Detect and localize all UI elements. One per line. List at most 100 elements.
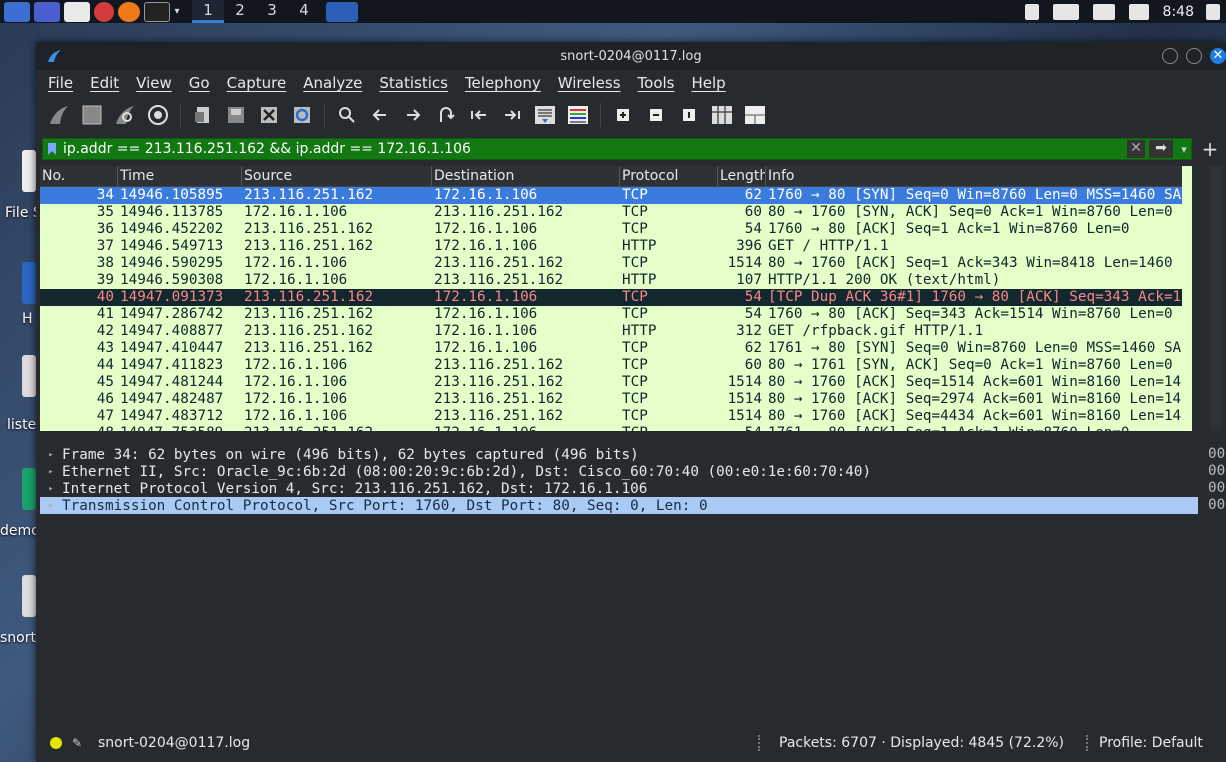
chevron-down-icon[interactable]: ▾ (170, 6, 184, 17)
go-to-packet-icon[interactable] (435, 104, 457, 126)
pane-splitter[interactable] (36, 433, 1226, 443)
packet-row[interactable]: 4814947.753589213.116.251.162172.16.1.10… (40, 425, 1182, 431)
menu-tools[interactable]: Tools (638, 74, 675, 92)
file-manager-icon[interactable] (64, 1, 90, 22)
colorize-icon[interactable] (567, 104, 589, 126)
menu-capture[interactable]: Capture (227, 74, 287, 92)
firefox-icon[interactable] (118, 1, 140, 22)
start-capture-icon[interactable] (48, 104, 70, 126)
title-bar[interactable]: snort-0204@0117.log ✕ (36, 42, 1226, 70)
apply-filter-icon[interactable]: ➡ (1149, 140, 1173, 158)
go-first-packet-icon[interactable] (468, 104, 490, 126)
packet-list-scrollbar[interactable] (1210, 166, 1222, 431)
desktop-switcher-icon[interactable] (34, 1, 60, 22)
menu-analyze[interactable]: Analyze (303, 74, 362, 92)
clear-filter-icon[interactable]: ✕ (1127, 140, 1145, 158)
packet-row[interactable]: 41 14947.286742 213.116.251.162 172.16.1.10… (40, 306, 1182, 323)
desktop-label-demo[interactable]: demo (0, 523, 40, 539)
packet-details-pane[interactable]: ▸ Frame 34: 62 bytes on wire (496 bits), … (40, 446, 1198, 724)
detail-tree-item[interactable]: ▸ Frame 34: 62 bytes on wire (496 bits), … (40, 446, 1198, 463)
expand-arrow-icon[interactable]: ▸ (40, 501, 62, 511)
file-system-icon[interactable] (22, 150, 36, 192)
packet-row[interactable]: 43 14947.410447 213.116.251.162 172.16.1.10… (40, 340, 1182, 357)
restart-capture-icon[interactable] (114, 104, 136, 126)
minimize-button[interactable] (1162, 48, 1178, 64)
expand-arrow-icon[interactable]: ▸ (40, 484, 62, 494)
packet-bytes-pane[interactable]: 00 00 00 00 (1208, 446, 1226, 724)
column-header-protocol[interactable]: Protocol (620, 166, 718, 186)
filter-bookmark-icon[interactable] (43, 139, 61, 159)
packet-row[interactable]: 38 14946.590295 172.16.1.106 213.116.251.16… (40, 255, 1182, 272)
find-packet-icon[interactable] (336, 104, 358, 126)
add-filter-button-icon[interactable]: + (1200, 137, 1220, 161)
expand-arrow-icon[interactable]: ▸ (40, 467, 62, 477)
workspace-2[interactable]: 2 (224, 0, 256, 23)
reload-file-icon[interactable] (291, 104, 313, 126)
wireshark-task-icon[interactable] (326, 1, 358, 22)
menu-telephony[interactable]: Telephony (465, 74, 541, 92)
menu-wireless[interactable]: Wireless (558, 74, 621, 92)
packet-row[interactable]: 40 14947.091373 213.116.251.162 172.16.1.10… (40, 289, 1182, 306)
lock-icon[interactable] (1206, 3, 1220, 20)
log-file-icon[interactable] (22, 575, 36, 617)
power-icon[interactable] (1128, 3, 1149, 20)
detail-tree-item[interactable]: ▸ Ethernet II, Src: Oracle_9c:6b:2d (08:0… (40, 463, 1198, 480)
menu-file[interactable]: File (48, 74, 73, 92)
close-button[interactable]: ✕ (1210, 48, 1226, 64)
spreadsheet-icon[interactable] (22, 468, 36, 510)
app-launcher-icon[interactable] (4, 1, 30, 22)
go-back-icon[interactable] (369, 104, 391, 126)
desktop-label-home[interactable]: H (22, 311, 33, 327)
text-file-icon[interactable] (22, 355, 36, 397)
notification-icon[interactable] (1092, 3, 1115, 20)
go-last-packet-icon[interactable] (501, 104, 523, 126)
close-file-icon[interactable] (258, 104, 280, 126)
detail-tree-item[interactable]: ▸ Transmission Control Protocol, Src Port… (40, 497, 1198, 514)
home-folder-icon[interactable] (22, 262, 36, 304)
volume-icon[interactable] (1052, 3, 1079, 20)
menu-statistics[interactable]: Statistics (379, 74, 448, 92)
capture-comment-icon[interactable]: ✎ (72, 737, 84, 749)
desktop-label-liste[interactable]: liste (7, 417, 36, 433)
menu-help[interactable]: Help (691, 74, 725, 92)
column-header-no[interactable]: No. (40, 166, 118, 186)
column-header-time[interactable]: Time (118, 166, 242, 186)
menu-go[interactable]: Go (189, 74, 210, 92)
packet-row[interactable]: 42 14947.408877 213.116.251.162 172.16.1.10… (40, 323, 1182, 340)
capture-options-icon[interactable] (147, 104, 169, 126)
packet-row[interactable]: 35 14946.113785 172.16.1.106 213.116.251.16… (40, 204, 1182, 221)
network-icon[interactable] (1024, 3, 1039, 20)
column-header-destination[interactable]: Destination (432, 166, 620, 186)
menu-edit[interactable]: Edit (90, 74, 119, 92)
packet-row[interactable]: 45 14947.481244 172.16.1.106 213.116.251.16… (40, 374, 1182, 391)
packet-list-minimap[interactable] (1182, 166, 1192, 431)
packet-row[interactable]: 36 14946.452202 213.116.251.162 172.16.1.10… (40, 221, 1182, 238)
packet-row[interactable]: 46 14947.482487 172.16.1.106 213.116.251.16… (40, 391, 1182, 408)
clock[interactable]: 8:48 (1163, 4, 1194, 20)
expert-info-indicator-icon[interactable] (50, 737, 62, 749)
column-header-source[interactable]: Source (242, 166, 432, 186)
detail-tree-item[interactable]: ▸ Internet Protocol Version 4, Src: 213.1… (40, 480, 1198, 497)
stop-capture-icon[interactable] (81, 104, 103, 126)
auto-scroll-icon[interactable] (534, 104, 556, 126)
screenshot-tool-icon[interactable] (94, 1, 114, 22)
menu-view[interactable]: View (136, 74, 172, 92)
packet-row[interactable]: 47 14947.483712 172.16.1.106 213.116.251.16… (40, 408, 1182, 425)
normal-size-icon[interactable] (678, 104, 700, 126)
open-file-icon[interactable] (192, 104, 214, 126)
packet-row[interactable]: 39 14946.590308 172.16.1.106 213.116.251.16… (40, 272, 1182, 289)
maximize-button[interactable] (1186, 48, 1202, 64)
column-header-info[interactable]: Info (766, 166, 1182, 186)
packet-row[interactable]: 37 14946.549713 213.116.251.162 172.16.1.10… (40, 238, 1182, 255)
status-profile[interactable]: Profile: Default (1099, 735, 1203, 751)
packet-list[interactable]: No. Time Source Destination Protocol Len… (40, 166, 1182, 431)
workspace-3[interactable]: 3 (256, 0, 288, 23)
resize-columns-icon[interactable] (711, 104, 733, 126)
display-filter-input[interactable] (61, 139, 1127, 159)
column-header-length[interactable]: Length (718, 166, 766, 186)
terminal-icon[interactable] (144, 1, 170, 22)
zoom-in-icon[interactable] (612, 104, 634, 126)
zoom-out-icon[interactable] (645, 104, 667, 126)
go-forward-icon[interactable] (402, 104, 424, 126)
packet-row[interactable]: 34 14946.105895 213.116.251.162 172.16.1.10… (40, 187, 1182, 204)
